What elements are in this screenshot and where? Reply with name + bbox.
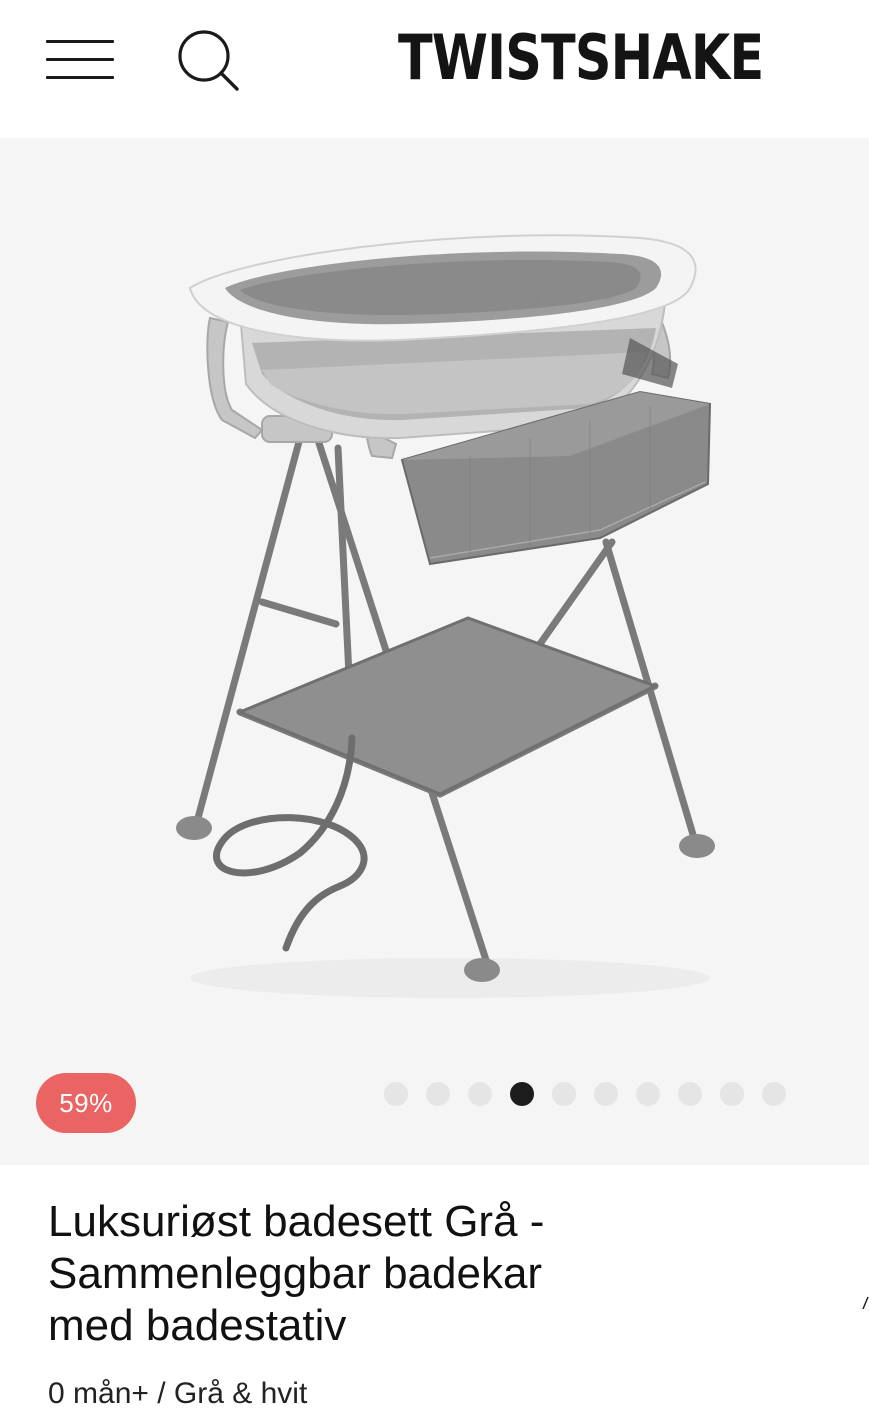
carousel-dot[interactable] xyxy=(384,1082,408,1106)
carousel-dot[interactable] xyxy=(636,1082,660,1106)
product-variant-info: 0 mån+ / Grå & hvit xyxy=(48,1377,308,1410)
search-icon[interactable] xyxy=(174,26,240,92)
carousel-dot-active[interactable] xyxy=(510,1082,534,1106)
product-image-gallery[interactable]: TWISTSHAKE 59% xyxy=(0,138,869,1165)
carousel-dot[interactable] xyxy=(426,1082,450,1106)
product-image[interactable]: TWISTSHAKE xyxy=(0,138,869,1165)
carousel-dot[interactable] xyxy=(552,1082,576,1106)
hamburger-menu-icon[interactable] xyxy=(46,38,116,82)
carousel-dot[interactable] xyxy=(720,1082,744,1106)
product-title-line: Sammenleggbar badekar xyxy=(48,1249,543,1298)
carousel-dot[interactable] xyxy=(594,1082,618,1106)
product-title: Luksuriøst badesett Grå - Sammenleggbar … xyxy=(48,1196,808,1352)
offscreen-element-edge xyxy=(862,1296,869,1310)
product-title-line: med badestativ xyxy=(48,1301,347,1350)
carousel-indicators xyxy=(384,1082,786,1106)
brand-logo[interactable]: TWISTSHAKE xyxy=(398,18,764,98)
carousel-dot[interactable] xyxy=(762,1082,786,1106)
top-header: TWISTSHAKE xyxy=(0,0,869,138)
discount-badge: 59% xyxy=(36,1073,136,1133)
carousel-dot[interactable] xyxy=(678,1082,702,1106)
product-title-line: Luksuriøst badesett Grå - xyxy=(48,1197,545,1246)
carousel-dot[interactable] xyxy=(468,1082,492,1106)
